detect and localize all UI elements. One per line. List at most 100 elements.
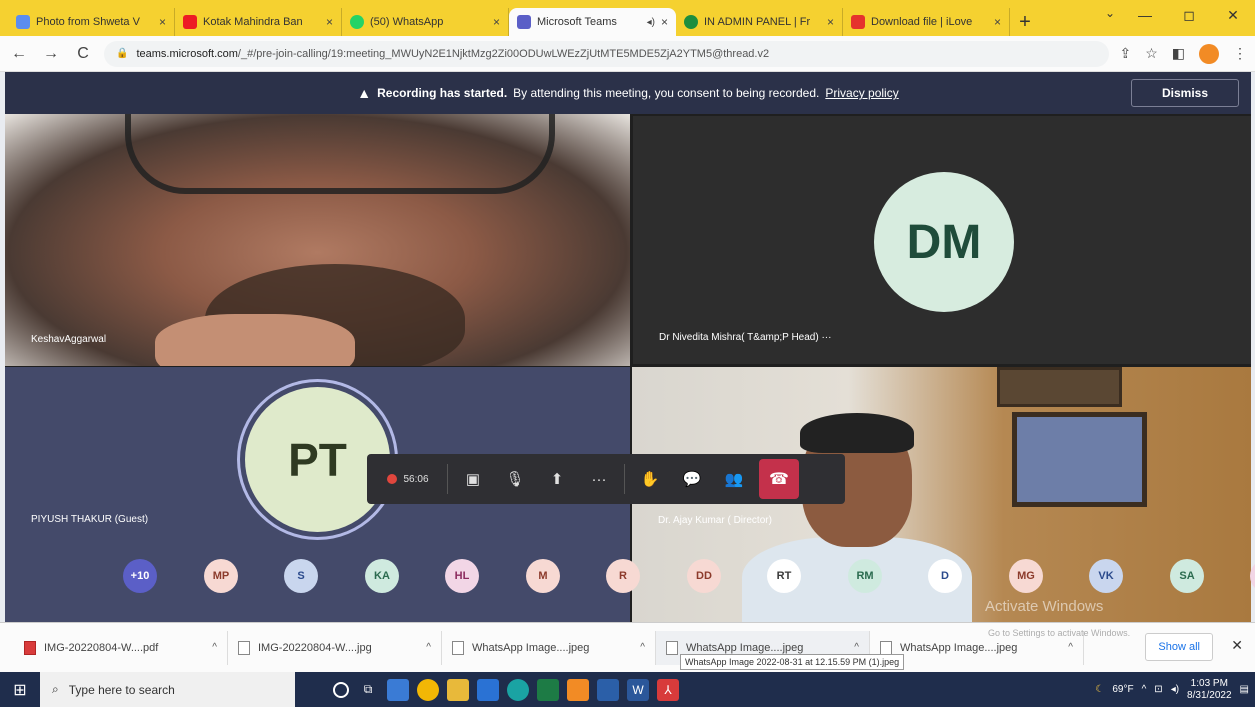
sidebar-icon[interactable]: ◧ (1172, 45, 1185, 62)
divider (624, 464, 625, 494)
excel-icon[interactable] (537, 678, 559, 701)
participant-avatar[interactable]: MP (204, 559, 238, 593)
download-options-icon[interactable]: ^ (854, 642, 859, 653)
close-tab-icon[interactable]: × (326, 15, 333, 29)
participant-avatar[interactable]: M (526, 559, 560, 593)
participant-avatar[interactable]: S (284, 559, 318, 593)
address-bar[interactable]: 🔒 teams.microsoft.com/_#/pre-join-callin… (104, 40, 1110, 67)
whatsapp-favicon-icon (350, 15, 364, 29)
download-options-icon[interactable]: ^ (640, 642, 645, 653)
privacy-policy-link[interactable]: Privacy policy (825, 86, 898, 100)
tab-admin-panel[interactable]: IN ADMIN PANEL | Fr × (676, 8, 843, 36)
tab-search-dropdown-icon[interactable]: ⌄ (1105, 6, 1115, 20)
participant-strip: +10 MP S KA HL M R DD RT RM D MG VK SA P (123, 559, 1255, 595)
chrome-icon[interactable] (417, 678, 439, 701)
file-explorer-icon[interactable] (447, 678, 469, 701)
download-item[interactable]: IMG-20220804-W....pdf ^ (14, 630, 228, 665)
mic-icon: 🎙 (505, 471, 525, 488)
back-button[interactable]: ← (8, 45, 30, 63)
participant-avatar[interactable]: RM (848, 559, 882, 593)
tab-ilovepdf[interactable]: Download file | iLove × (843, 8, 1010, 36)
tab-whatsapp[interactable]: (50) WhatsApp × (342, 8, 509, 36)
tab-kotak[interactable]: Kotak Mahindra Ban × (175, 8, 342, 36)
participant-avatar[interactable]: MG (1009, 559, 1043, 593)
show-all-button[interactable]: Show all (1145, 633, 1213, 661)
wall-frame (997, 367, 1122, 407)
network-icon[interactable]: ⊡ (1154, 684, 1162, 695)
meeting-stage: KeshavAggarwal DM Dr Nivedita Mishra( T&… (5, 114, 1255, 622)
profile-avatar[interactable] (1199, 43, 1219, 64)
weather-temp[interactable]: 69°F (1112, 684, 1133, 695)
speaker-icon[interactable]: ◂) (647, 17, 655, 28)
participant-avatar[interactable]: P (1250, 559, 1255, 593)
image-file-icon (452, 640, 464, 655)
recording-indicator: 56:06 (373, 454, 443, 504)
close-tab-icon[interactable]: × (827, 15, 834, 29)
volume-icon[interactable]: ◂) (1171, 684, 1179, 695)
participant-avatar[interactable]: HL (445, 559, 479, 593)
raise-hand-button[interactable]: ✋ (629, 454, 671, 504)
star-icon[interactable]: ☆ (1145, 45, 1158, 62)
new-tab-button[interactable]: + (1010, 8, 1040, 36)
windows-taskbar: ⊞ ⌕ Type here to search ⧉ W ⅄ ☾ 69°F ^ ⊡… (0, 672, 1255, 707)
mic-button[interactable]: 🎙 (494, 454, 536, 504)
participant-avatar[interactable]: D (928, 559, 962, 593)
toolbar-icons: ⇪ ☆ ◧ ⋮ (1119, 43, 1247, 64)
chat-button[interactable]: 💬 (671, 454, 713, 504)
lock-icon[interactable]: 🔒 (116, 48, 128, 59)
show-hidden-icons[interactable]: ^ (1142, 684, 1147, 695)
participant-avatar[interactable]: SA (1170, 559, 1204, 593)
notifications-icon[interactable]: ▤ (1240, 684, 1249, 695)
menu-icon[interactable]: ⋮ (1233, 45, 1247, 62)
close-window-button[interactable]: ✕ (1211, 0, 1255, 30)
mail-icon[interactable] (477, 678, 499, 701)
reload-button[interactable]: C (72, 45, 94, 63)
close-tab-icon[interactable]: × (661, 15, 668, 29)
video-tile-dm[interactable]: DM Dr Nivedita Mishra( T&amp;P Head) ··· (633, 116, 1251, 364)
close-shelf-button[interactable]: ✕ (1231, 637, 1243, 654)
video-tile-keshav[interactable]: KeshavAggarwal (5, 114, 630, 366)
maximize-button[interactable]: ◻ (1167, 0, 1211, 30)
forward-button[interactable]: → (40, 45, 62, 63)
minimize-button[interactable]: — (1123, 0, 1167, 30)
clock[interactable]: 1:03 PM 8/31/2022 (1187, 678, 1232, 702)
participant-avatar[interactable]: DD (687, 559, 721, 593)
participant-avatar[interactable]: KA (365, 559, 399, 593)
participants-button[interactable]: 👥 (713, 454, 755, 504)
download-item[interactable]: IMG-20220804-W....jpg ^ (228, 630, 442, 665)
participant-avatar[interactable]: R (606, 559, 640, 593)
word-icon[interactable]: W (627, 678, 649, 701)
photos-app-icon[interactable] (387, 678, 409, 701)
participant-avatar[interactable]: RT (767, 559, 801, 593)
system-tray: ☾ 69°F ^ ⊡ ◂) 1:03 PM 8/31/2022 ▤ (1095, 672, 1249, 707)
leave-call-button[interactable]: ☎ (759, 459, 799, 499)
share-screen-button[interactable]: ⬆ (536, 454, 578, 504)
start-button[interactable]: ⊞ (0, 672, 40, 707)
task-view-icon[interactable]: ⧉ (357, 679, 379, 701)
participant-avatar[interactable]: +10 (123, 559, 157, 593)
download-item[interactable]: WhatsApp Image....jpeg ^ (442, 630, 656, 665)
cortana-icon[interactable] (333, 681, 349, 698)
dismiss-button[interactable]: Dismiss (1131, 79, 1239, 107)
close-tab-icon[interactable]: × (159, 15, 166, 29)
tab-microsoft-teams[interactable]: Microsoft Teams ◂) × (509, 8, 676, 36)
store-icon[interactable] (597, 678, 619, 701)
participant-avatar[interactable]: VK (1089, 559, 1123, 593)
camera-button[interactable]: ▣ (452, 454, 494, 504)
more-options-icon[interactable]: ··· (821, 332, 831, 343)
image-file-icon (880, 640, 892, 655)
acrobat-icon[interactable]: ⅄ (657, 678, 679, 701)
chrome-active-icon[interactable] (567, 678, 589, 701)
weather-icon[interactable]: ☾ (1095, 684, 1104, 695)
close-tab-icon[interactable]: × (493, 15, 500, 29)
browser-tabstrip: Photo from Shweta V × Kotak Mahindra Ban… (0, 0, 1255, 36)
taskbar-search[interactable]: ⌕ Type here to search (40, 672, 295, 707)
tab-photo[interactable]: Photo from Shweta V × (8, 8, 175, 36)
download-options-icon[interactable]: ^ (212, 642, 217, 653)
download-options-icon[interactable]: ^ (426, 642, 431, 653)
more-actions-button[interactable]: ··· (578, 454, 620, 504)
edge-icon[interactable] (507, 678, 529, 701)
download-options-icon[interactable]: ^ (1068, 642, 1073, 653)
share-icon[interactable]: ⇪ (1119, 45, 1131, 62)
close-tab-icon[interactable]: × (994, 15, 1001, 29)
